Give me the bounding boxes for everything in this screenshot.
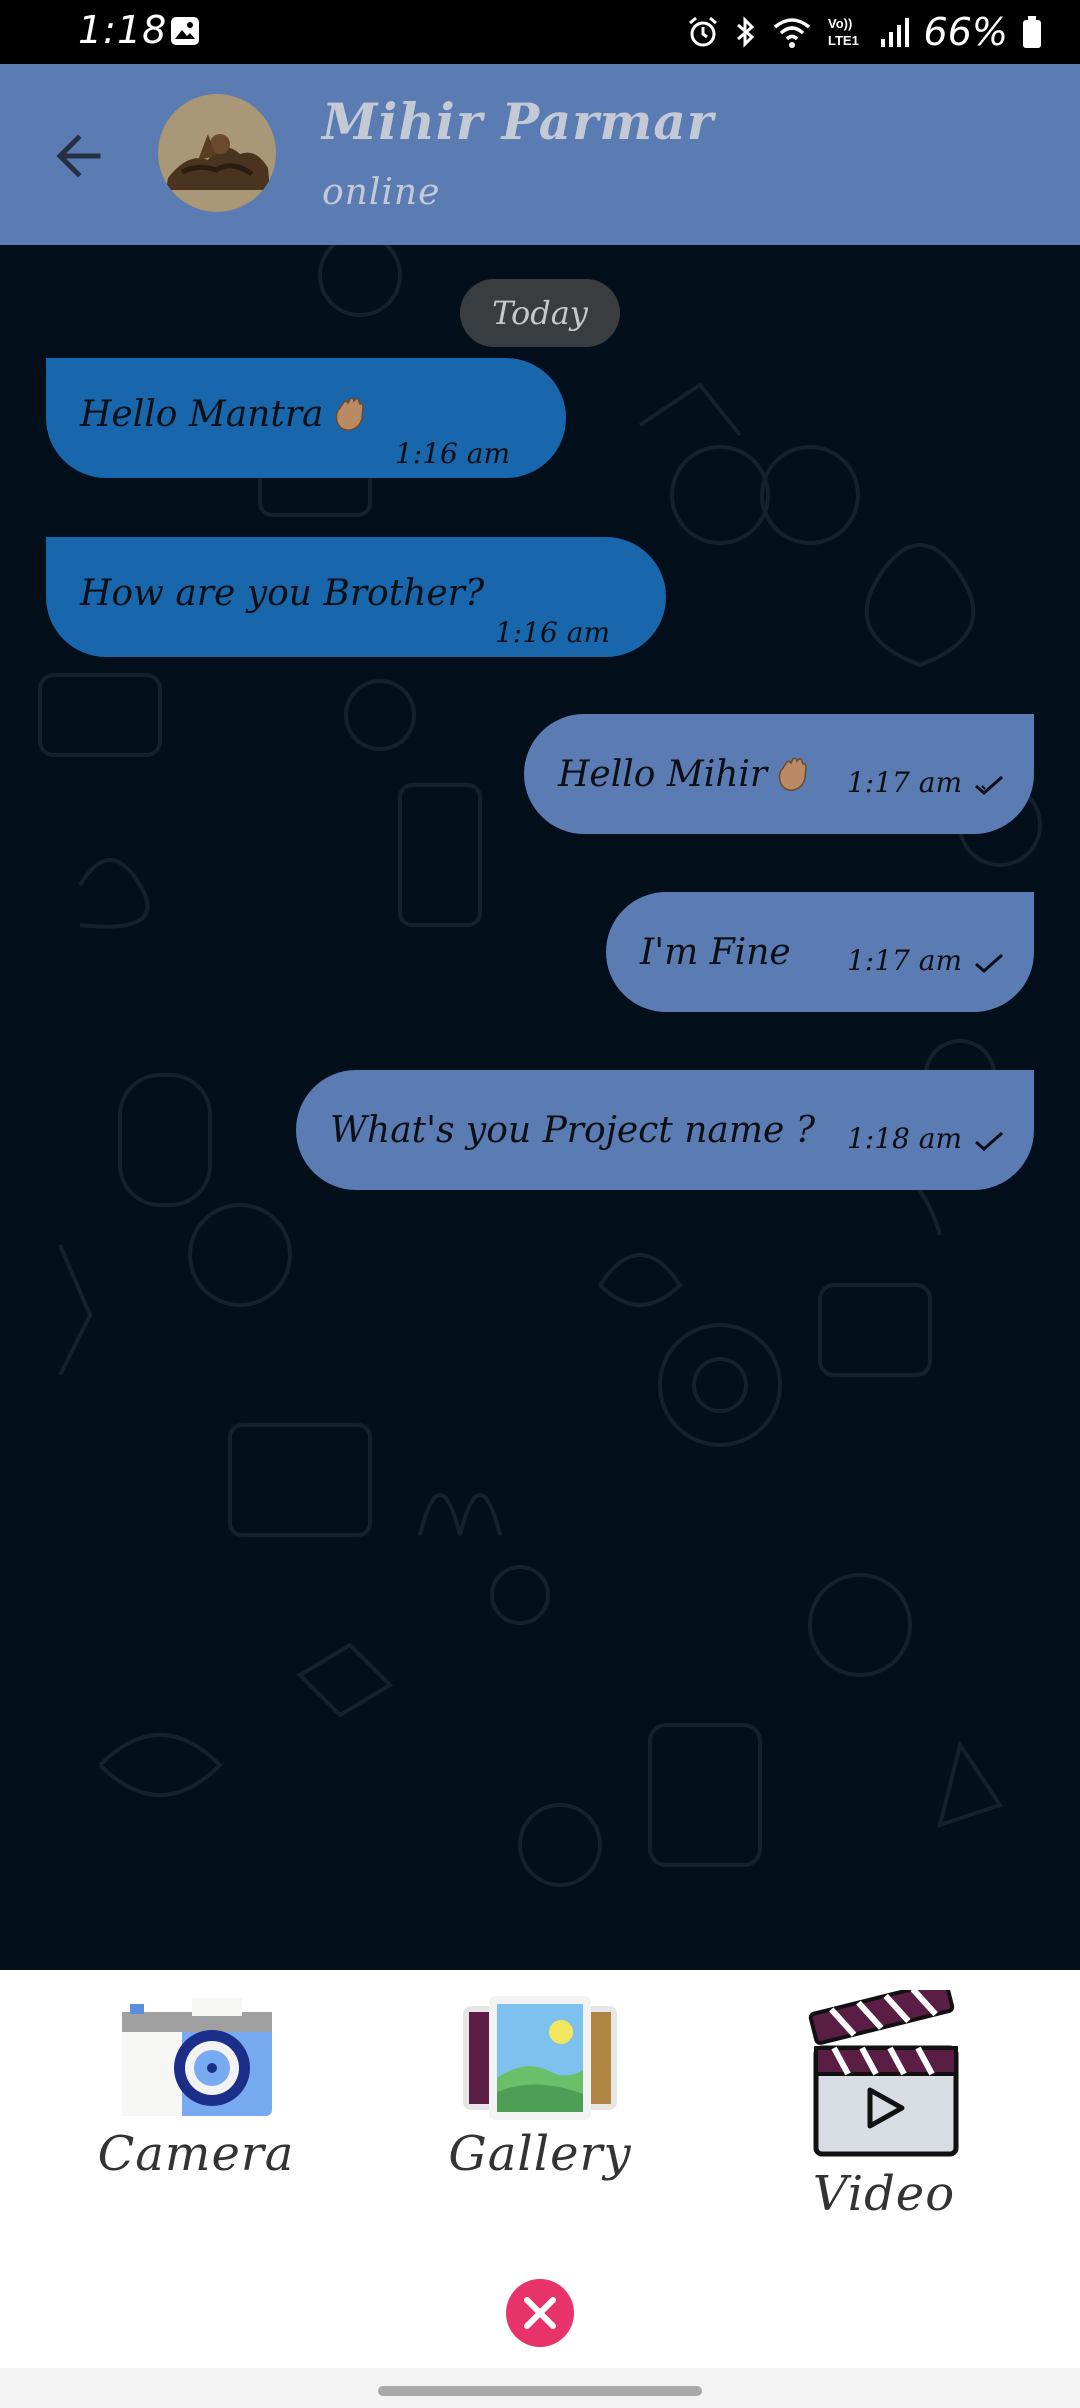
status-time: 1:18 [78,8,168,52]
date-divider: Today [460,279,620,347]
battery-icon [1023,16,1041,48]
sent-tick-icon [975,953,1003,973]
message-bubble-outgoing[interactable]: I'm Fine 1:17 am [606,892,1034,1012]
message-text: What's you Project name ? [330,1110,816,1151]
wifi-icon [773,18,810,48]
home-gesture-handle[interactable] [378,2386,702,2396]
message-time: 1:16 am [494,616,610,649]
message-text: How are you Brother? [80,573,485,614]
gallery-icon [463,1996,617,2120]
status-icons: Vo)) LTE1 66% [686,10,1042,54]
waving-hand-emoji-icon [778,757,807,791]
camera-icon [122,1998,272,2116]
gallery-notification-icon [171,17,199,45]
message-text: I'm Fine [640,932,791,973]
message-text: Hello Mihir [558,754,811,795]
back-arrow-icon[interactable] [46,124,110,188]
alarm-icon [688,16,717,47]
clapperboard-icon [808,1990,959,2157]
contact-avatar[interactable] [158,94,276,212]
svg-text:LTE1: LTE1 [828,33,859,48]
message-bubble-outgoing[interactable]: Hello Mihir 1:17 am [524,714,1034,834]
message-time: 1:18 am [846,1122,962,1155]
message-text-content: Hello Mantra [80,394,324,435]
sent-tick-icon [975,775,1003,795]
message-bubble-incoming[interactable]: Hello Mantra 1:16 am [46,358,566,478]
status-bar: 1:18 Vo)) LTE1 66% [0,0,1080,64]
contact-status: online [322,172,441,213]
attachment-sheet: Camera Gallery Video [0,1970,1080,2368]
message-bubble-incoming[interactable]: How are you Brother? 1:16 am [46,537,666,657]
volte-icon: Vo)) LTE1 [828,16,859,48]
navigation-bar [0,2368,1080,2408]
chat-screen: 1:18 Vo)) LTE1 66% Mihir Parmar online T… [0,0,1080,2408]
message-time: 1:17 am [846,766,962,799]
chat-messages-area[interactable]: Today Hello Mantra 1:16 am How are you B… [0,245,1080,1970]
message-text: Hello Mantra [80,394,368,435]
svg-text:Vo)): Vo)) [828,16,852,31]
battery-percent: 66% [923,10,1008,54]
message-time: 1:17 am [846,944,962,977]
sent-tick-icon [975,1131,1003,1151]
attach-gallery-button[interactable]: Gallery [420,1990,660,2210]
contact-name[interactable]: Mihir Parmar [322,92,714,151]
attach-video-button[interactable]: Video [764,1990,1004,2222]
signal-icon [880,18,909,47]
attach-label: Gallery [448,2126,632,2182]
waving-hand-emoji-icon [335,397,364,431]
bluetooth-icon [736,16,754,48]
message-bubble-outgoing[interactable]: What's you Project name ? 1:18 am [296,1070,1034,1190]
message-text-content: Hello Mihir [558,754,768,795]
attach-label: Video [812,2166,956,2222]
chat-header: Mihir Parmar online [0,64,1080,245]
close-icon[interactable] [505,2278,575,2348]
attach-camera-button[interactable]: Camera [76,1990,316,2210]
message-time: 1:16 am [394,437,510,470]
avatar-image [158,94,276,212]
attach-label: Camera [97,2126,295,2182]
